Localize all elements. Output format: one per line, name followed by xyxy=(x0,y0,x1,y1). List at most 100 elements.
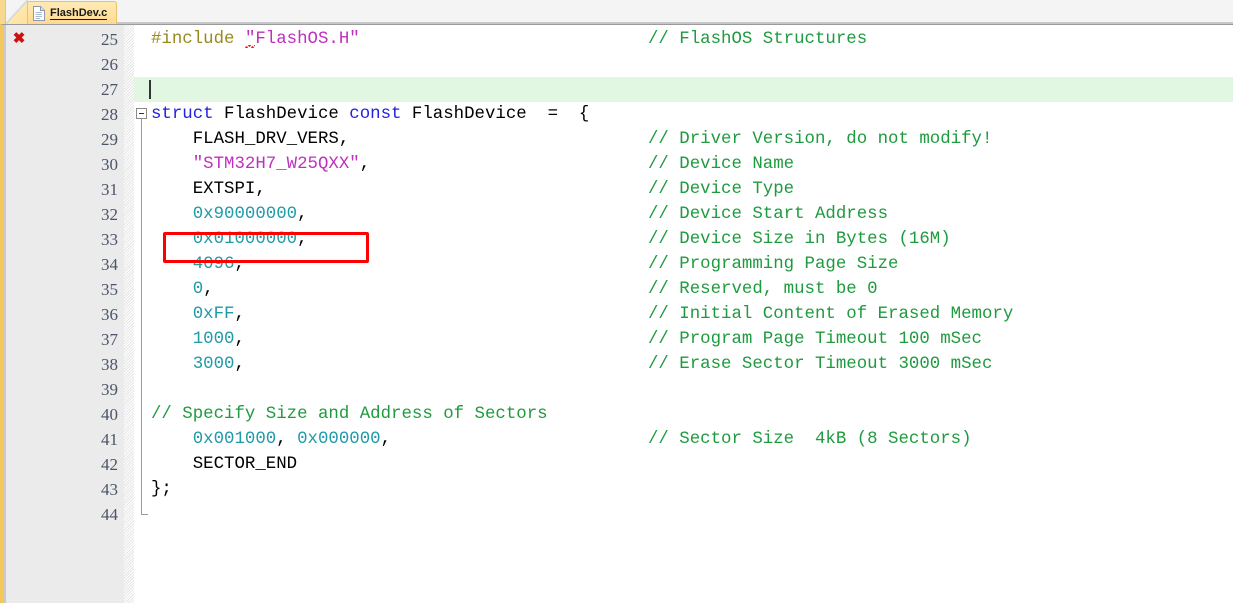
code-line-row[interactable]: 34 4096, // Programming Page Size xyxy=(3,252,1233,277)
code-text[interactable]: "STM32H7_W25QXX", xyxy=(151,152,370,177)
fold-guide-line xyxy=(141,252,142,277)
code-token-kw: struct xyxy=(151,105,214,124)
code-line-row[interactable]: 25 ✖ #include "FlashOS.H"// FlashOS Struct… xyxy=(3,27,1233,52)
code-line-row[interactable]: 29 FLASH_DRV_VERS, // Driver Version, do … xyxy=(3,127,1233,152)
code-editor[interactable]: 25 ✖ #include "FlashOS.H"// FlashOS Struct… xyxy=(0,24,1233,603)
document-icon xyxy=(33,5,45,21)
code-line-row[interactable]: 37 1000, // Program Page Timeout 100 mSec xyxy=(3,327,1233,352)
line-number: 44 xyxy=(101,505,118,524)
code-comment: // Device Type xyxy=(648,180,795,199)
code-token-num: 0x90000000 xyxy=(192,205,298,224)
error-marker-icon[interactable]: ✖ xyxy=(11,31,27,47)
code-token-num: 3000 xyxy=(192,355,235,374)
code-line-row[interactable]: 30 "STM32H7_W25QXX", // Device Name xyxy=(3,152,1233,177)
fold-collapse-icon[interactable] xyxy=(136,108,147,119)
line-number: 28 xyxy=(101,105,118,124)
code-line-row[interactable]: 33 0x01000000, // Device Size in Bytes (1… xyxy=(3,227,1233,252)
code-line-row[interactable]: 41 0x001000, 0x000000, // Sector Size 4kB… xyxy=(3,427,1233,452)
line-number: 30 xyxy=(101,155,118,174)
code-text[interactable]: 1000, xyxy=(151,327,245,352)
line-number: 43 xyxy=(101,480,118,499)
fold-guide-line xyxy=(141,127,142,152)
line-number: 34 xyxy=(101,255,118,274)
code-comment: // Initial Content of Erased Memory xyxy=(648,305,1014,324)
code-token-id: , xyxy=(380,430,392,449)
code-comment: // Device Start Address xyxy=(648,205,889,224)
code-comment: // Program Page Timeout 100 mSec xyxy=(648,330,982,349)
code-text[interactable]: 0xFF, xyxy=(151,302,245,327)
code-token-num: 0x01000000 xyxy=(192,230,298,249)
code-token-num: 4096 xyxy=(192,255,235,274)
code-line-row[interactable]: 43}; xyxy=(3,477,1233,502)
code-line-row[interactable]: 44 xyxy=(3,502,1233,527)
fold-guide-line xyxy=(141,402,142,427)
code-text[interactable]: 0x01000000, xyxy=(151,227,308,252)
code-line-row[interactable]: 39 xyxy=(3,377,1233,402)
code-token-str: "STM32H7_W25QXX" xyxy=(192,155,360,174)
tab-flashdev-c[interactable]: FlashDev.c xyxy=(27,1,118,24)
line-number: 29 xyxy=(101,130,118,149)
code-line-row[interactable]: 38 3000, // Erase Sector Timeout 3000 mSe… xyxy=(3,352,1233,377)
code-comment: // Programming Page Size xyxy=(648,255,899,274)
code-text[interactable]: }; xyxy=(151,477,172,502)
code-line-row[interactable]: 26 xyxy=(3,52,1233,77)
line-number: 38 xyxy=(101,355,118,374)
code-token-id xyxy=(151,305,193,324)
code-token-id: , xyxy=(234,255,245,274)
code-text[interactable]: 4096, xyxy=(151,252,245,277)
text-caret xyxy=(149,80,151,99)
code-line-row[interactable]: 42 SECTOR_END xyxy=(3,452,1233,477)
code-token-num: 0x000000 xyxy=(297,430,381,449)
line-number: 31 xyxy=(101,180,118,199)
code-text[interactable]: #include "FlashOS.H" xyxy=(151,27,360,52)
code-token-num: 0xFF xyxy=(192,305,235,324)
code-lines-container[interactable]: 25 ✖ #include "FlashOS.H"// FlashOS Struct… xyxy=(13,25,1233,603)
line-number: 40 xyxy=(101,405,118,424)
code-line-row[interactable]: 28 struct FlashDevice const FlashDevice =… xyxy=(3,102,1233,127)
code-text[interactable]: EXTSPI, xyxy=(151,177,266,202)
code-comment: // FlashOS Structures xyxy=(648,30,868,49)
code-token-id xyxy=(151,155,193,174)
code-text[interactable]: SECTOR_END xyxy=(151,452,297,477)
fold-guide-line xyxy=(141,427,142,452)
line-number: 36 xyxy=(101,305,118,324)
code-line-row[interactable]: 31 EXTSPI, // Device Type xyxy=(3,177,1233,202)
code-token-id xyxy=(151,330,193,349)
code-text[interactable]: // Specify Size and Address of Sectors xyxy=(151,402,548,427)
code-token-id: , xyxy=(359,155,371,174)
code-token-id xyxy=(151,255,193,274)
code-token-id xyxy=(151,280,193,299)
code-line-row[interactable]: 35 0, // Reserved, must be 0 xyxy=(3,277,1233,302)
code-line-row[interactable]: 32 0x90000000, // Device Start Address xyxy=(3,202,1233,227)
code-comment: // Device Name xyxy=(648,155,795,174)
code-comment: // Device Size in Bytes (16M) xyxy=(648,230,951,249)
code-token-id xyxy=(151,230,193,249)
code-token-com: // Specify Size and Address of Sectors xyxy=(151,405,548,424)
spelling-error-squiggle: " xyxy=(244,30,256,49)
fold-guide-line xyxy=(141,377,142,402)
code-text[interactable]: struct FlashDevice const FlashDevice = { xyxy=(151,102,589,127)
code-comment: // Sector Size 4kB (8 Sectors) xyxy=(648,430,972,449)
line-number: 41 xyxy=(101,430,118,449)
code-token-id xyxy=(151,355,193,374)
fold-guide-line xyxy=(141,177,142,202)
code-text[interactable]: 3000, xyxy=(151,352,245,377)
code-text[interactable]: 0x001000, 0x000000, xyxy=(151,427,391,452)
code-token-id: , xyxy=(234,305,245,324)
code-text[interactable]: FLASH_DRV_VERS, xyxy=(151,127,350,152)
code-line-row[interactable]: 36 0xFF, // Initial Content of Erased Mem… xyxy=(3,302,1233,327)
code-token-id: , xyxy=(234,355,245,374)
code-comment: // Erase Sector Timeout 3000 mSec xyxy=(648,355,993,374)
fold-guide-line xyxy=(141,302,142,327)
fold-guide-line xyxy=(141,202,142,227)
code-line-row[interactable]: 40 // Specify Size and Address of Sectors xyxy=(3,402,1233,427)
code-text[interactable]: 0x90000000, xyxy=(151,202,308,227)
fold-guide-line xyxy=(141,352,142,377)
line-number: 39 xyxy=(101,380,118,399)
code-token-str: FlashOS.H" xyxy=(255,30,360,49)
line-number: 32 xyxy=(101,205,118,224)
code-line-row[interactable]: 27 xyxy=(3,77,1233,102)
code-text[interactable]: 0, xyxy=(151,277,214,302)
fold-guide-line xyxy=(141,227,142,252)
code-token-id xyxy=(151,430,193,449)
